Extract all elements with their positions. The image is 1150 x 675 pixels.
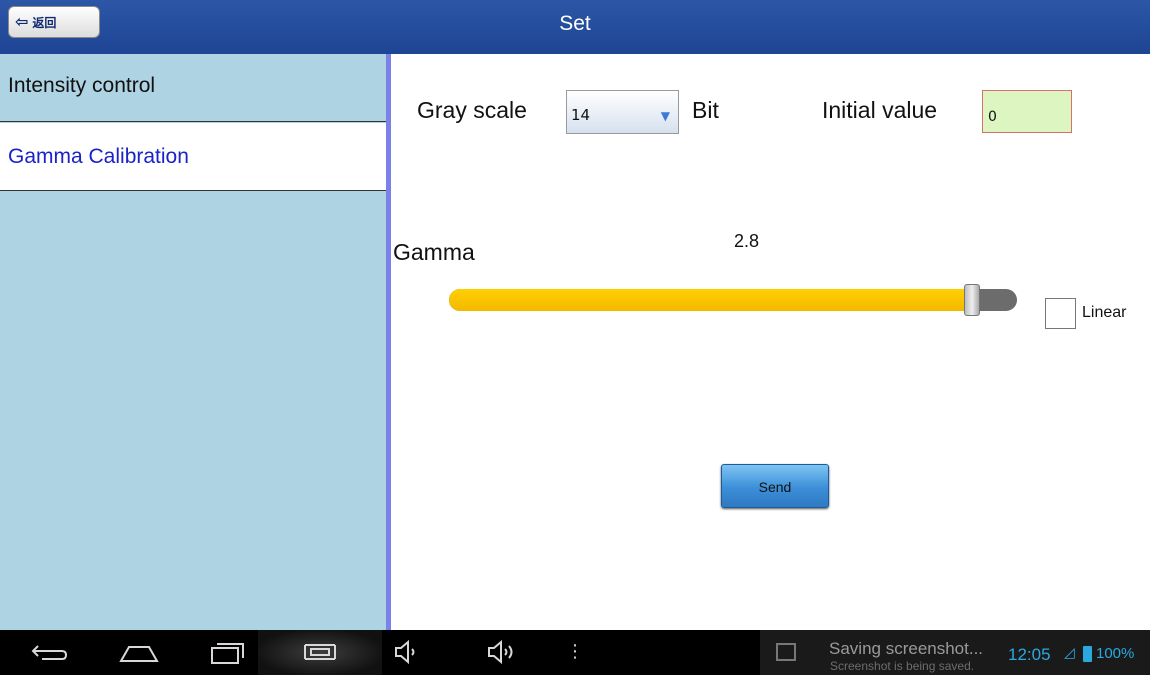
home-icon[interactable] [117,638,161,674]
volume-down-icon[interactable] [393,638,423,674]
gamma-value: 2.8 [734,231,760,251]
system-nav-bar: ⋮ Saving screenshot... Screenshot is bei… [0,630,1150,675]
signal-icon: ◿ [1064,645,1075,661]
initial-value-input[interactable]: 0 [982,90,1072,133]
gray-scale-select[interactable]: 14 ▼ [566,90,679,134]
send-button[interactable]: Send [721,464,829,508]
gamma-slider-fill [449,289,972,311]
sidebar: Intensity control Gamma Calibration [0,54,386,630]
linear-checkbox[interactable] [1045,298,1076,329]
title-bar: ⇦ 返回 Set [0,0,1150,56]
battery-icon [1083,646,1092,662]
battery-percent: 100% [1096,645,1135,662]
volume-up-icon[interactable] [486,638,520,674]
notification-title: Saving screenshot... [829,639,984,658]
gamma-label: Gamma [393,239,475,265]
linear-label: Linear [1082,304,1127,321]
image-icon [776,643,796,661]
dropdown-caret-icon: ▼ [660,109,670,123]
sidebar-item-gamma-calibration[interactable]: Gamma Calibration [0,123,386,191]
page-title: Set [559,12,591,35]
sidebar-item-intensity-control[interactable]: Intensity control [0,54,386,122]
back-icon[interactable] [30,638,70,674]
gamma-slider-track[interactable] [449,289,1017,311]
screenshot-icon[interactable] [302,638,338,674]
gamma-slider-thumb[interactable] [964,284,980,316]
gray-scale-label: Gray scale [417,97,527,123]
clock: 12:05 [1008,645,1051,664]
initial-value-label: Initial value [822,97,938,123]
recent-apps-icon[interactable] [208,638,248,674]
bit-label: Bit [692,97,719,123]
gray-scale-value: 14 [571,106,591,124]
notification-subtitle: Screenshot is being saved. [830,659,975,673]
main-panel: Gray scale 14 ▼ Bit Initial value 0 Gamm… [391,54,1150,630]
menu-icon[interactable]: ⋮ [566,638,584,666]
